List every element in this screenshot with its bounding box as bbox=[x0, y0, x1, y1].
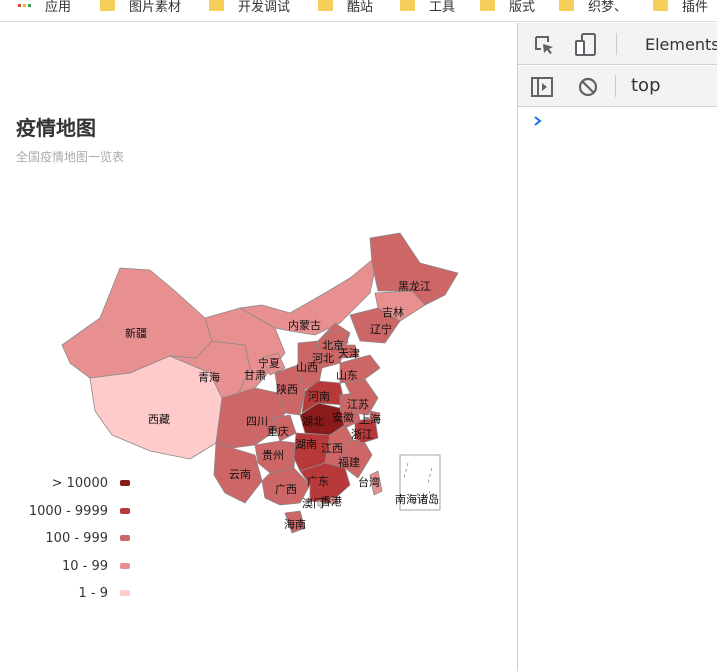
region-label: 云南 bbox=[229, 468, 251, 481]
region-label: 重庆 bbox=[267, 424, 289, 438]
context-selector[interactable]: top bbox=[631, 75, 661, 96]
clear-console-icon[interactable] bbox=[577, 76, 599, 98]
folder-icon bbox=[559, 0, 574, 11]
folder-icon bbox=[100, 0, 115, 11]
toolbar-separator bbox=[616, 33, 617, 55]
region-label: 江西 bbox=[321, 442, 343, 455]
folder-icon bbox=[209, 0, 224, 11]
region-label: 湖北 bbox=[302, 415, 324, 428]
bookmark-label: 工具 bbox=[429, 0, 456, 15]
bookmark-folder-tools[interactable]: 工具 bbox=[400, 0, 455, 16]
bookmark-label: 插件 bbox=[682, 0, 709, 15]
region-label: 宁夏 bbox=[258, 356, 280, 370]
bookmark-folder-images[interactable]: 图片素材 bbox=[100, 0, 181, 16]
region-label: 山东 bbox=[336, 369, 358, 382]
legend-swatch bbox=[120, 480, 130, 486]
bookmark-label: 版式 bbox=[509, 0, 536, 15]
region-label: 上海 bbox=[359, 412, 381, 426]
bookmark-label: 织梦、 bbox=[588, 0, 628, 15]
bookmark-label: 图片素材 bbox=[129, 0, 182, 15]
region-label: 贵州 bbox=[262, 449, 284, 462]
devtools-panel: Elements top bbox=[517, 23, 717, 671]
region-label: 江苏 bbox=[347, 398, 369, 411]
legend-swatch bbox=[120, 563, 130, 569]
region-label: 福建 bbox=[338, 455, 360, 469]
region-label: 河南 bbox=[308, 390, 330, 403]
bookmark-label: 开发调试 bbox=[238, 0, 291, 15]
region-label: 广西 bbox=[275, 483, 297, 496]
region-label: 台湾 bbox=[358, 475, 380, 489]
legend-item[interactable]: 1000 - 9999 bbox=[0, 502, 130, 520]
region-label: 澳门 bbox=[302, 496, 324, 510]
region-label: 西藏 bbox=[148, 413, 170, 426]
legend-item[interactable]: 10 - 99 bbox=[0, 557, 130, 575]
tab-elements[interactable]: Elements bbox=[645, 35, 717, 54]
legend-swatch bbox=[120, 508, 130, 514]
region-label: 吉林 bbox=[382, 305, 404, 319]
page-viewport: 疫情地图 全国疫情地图一览表 新疆 西藏 青海 甘肃 内蒙古 宁夏 陕西 山西 四川 重庆 云南 贵州… bbox=[0, 23, 517, 671]
bookmark-folder-layout[interactable]: 版式 bbox=[480, 0, 535, 16]
legend-label: 10 - 99 bbox=[61, 558, 108, 574]
region-label: 陕西 bbox=[276, 382, 298, 396]
bookmark-apps[interactable]: 应用 bbox=[18, 0, 71, 16]
region-label: 青海 bbox=[198, 370, 220, 384]
region-label: 浙江 bbox=[351, 428, 373, 441]
region-label: 海南 bbox=[284, 517, 306, 531]
bookmarks-bar: 应用 图片素材 开发调试 酷站 工具 版式 织梦、 插件 bbox=[0, 0, 717, 22]
region-label: 天津 bbox=[338, 347, 360, 360]
bookmark-label: 应用 bbox=[45, 0, 72, 15]
region-label: 南海诸岛 bbox=[395, 492, 439, 506]
legend-item[interactable]: 100 - 999 bbox=[0, 529, 130, 547]
folder-icon bbox=[400, 0, 415, 11]
bookmark-folder-dev[interactable]: 开发调试 bbox=[209, 0, 290, 16]
bookmark-folder-sites[interactable]: 酷站 bbox=[318, 0, 373, 16]
region-label: 湖南 bbox=[295, 438, 317, 451]
region-label: 河北 bbox=[312, 352, 334, 365]
devtools-toolbar: Elements bbox=[518, 23, 717, 65]
legend-swatch bbox=[120, 535, 130, 541]
toolbar-separator bbox=[615, 75, 616, 97]
legend-label: 1 - 9 bbox=[78, 585, 109, 601]
folder-icon bbox=[480, 0, 495, 11]
apps-grid-icon bbox=[18, 3, 31, 7]
region-label: 甘肃 bbox=[244, 369, 266, 382]
legend-label: > 10000 bbox=[51, 475, 108, 491]
inspect-element-icon[interactable] bbox=[533, 34, 555, 56]
sidebar-toggle-icon[interactable] bbox=[530, 76, 554, 98]
device-toggle-icon[interactable] bbox=[574, 32, 598, 58]
legend-label: 100 - 999 bbox=[45, 530, 108, 546]
region-label: 四川 bbox=[246, 415, 268, 428]
legend-label: 1000 - 9999 bbox=[28, 503, 108, 519]
region-label: 安徽 bbox=[332, 410, 354, 424]
region-label: 广东 bbox=[307, 475, 329, 488]
legend-swatch bbox=[120, 590, 130, 596]
bookmark-folder-plugins[interactable]: 插件 bbox=[653, 0, 708, 16]
bookmark-label: 酷站 bbox=[347, 0, 374, 15]
region-label: 新疆 bbox=[125, 326, 147, 340]
legend-item[interactable]: > 10000 bbox=[0, 474, 130, 492]
folder-icon bbox=[318, 0, 333, 11]
console-prompt-icon[interactable] bbox=[532, 115, 544, 127]
legend-item[interactable]: 1 - 9 bbox=[0, 584, 130, 602]
console-toolbar: top bbox=[518, 66, 717, 107]
region-label: 辽宁 bbox=[370, 322, 392, 336]
bookmark-folder-dede[interactable]: 织梦、 bbox=[559, 0, 627, 16]
region-label: 黑龙江 bbox=[398, 280, 431, 293]
folder-icon bbox=[653, 0, 668, 11]
region-label: 内蒙古 bbox=[288, 318, 321, 332]
browser-window: 应用 图片素材 开发调试 酷站 工具 版式 织梦、 插件 疫情地图 全国疫情地图… bbox=[0, 0, 717, 671]
